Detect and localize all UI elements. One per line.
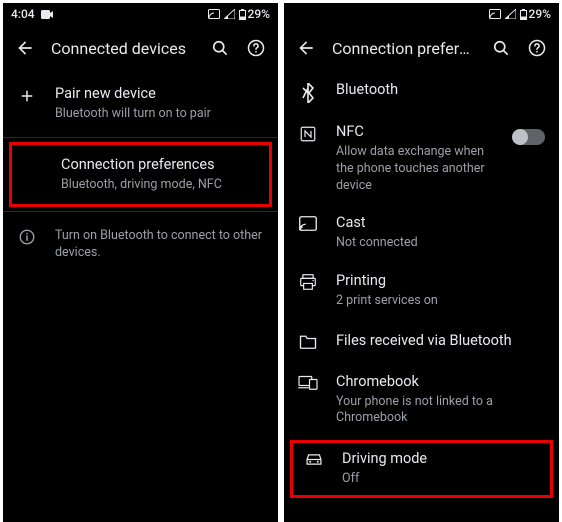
row-primary: Connection preferences bbox=[61, 156, 258, 175]
search-icon[interactable] bbox=[491, 38, 511, 58]
battery-icon bbox=[239, 9, 246, 20]
camera-icon bbox=[41, 10, 53, 19]
help-icon[interactable] bbox=[246, 38, 266, 58]
row-secondary: Not connected bbox=[336, 235, 545, 252]
row-primary: Cast bbox=[336, 214, 545, 233]
statusbar-battery: 29% bbox=[529, 7, 551, 21]
row-secondary: Allow data exchange when the phone touch… bbox=[336, 144, 495, 195]
info-icon bbox=[17, 226, 37, 246]
car-icon bbox=[304, 450, 324, 467]
page-title: Connection preferen... bbox=[332, 39, 475, 58]
row-primary: Printing bbox=[336, 272, 545, 291]
printer-icon bbox=[298, 272, 318, 290]
back-icon[interactable] bbox=[296, 38, 316, 58]
nfc-icon bbox=[298, 123, 318, 143]
statusbar-time: 4:04 bbox=[11, 7, 35, 21]
signal-icon bbox=[224, 9, 235, 19]
divider bbox=[3, 137, 278, 138]
pair-new-device-row[interactable]: Pair new device Bluetooth will turn on t… bbox=[3, 71, 278, 137]
back-icon[interactable] bbox=[15, 38, 35, 58]
page-title: Connected devices bbox=[51, 39, 194, 58]
connection-preferences-row[interactable]: Connection preferences Bluetooth, drivin… bbox=[9, 142, 272, 208]
chromebook-row[interactable]: Chromebook Your phone is not linked to a… bbox=[284, 363, 559, 438]
row-primary: Pair new device bbox=[55, 85, 264, 104]
row-secondary: Your phone is not linked to a Chromebook bbox=[336, 394, 545, 428]
nfc-switch[interactable] bbox=[513, 129, 545, 145]
devices-icon bbox=[298, 373, 318, 390]
bluetooth-icon bbox=[298, 81, 318, 103]
row-primary: Bluetooth bbox=[336, 81, 545, 100]
bluetooth-row[interactable]: Bluetooth bbox=[284, 71, 559, 113]
cast-status-icon bbox=[208, 9, 220, 19]
row-secondary: Bluetooth, driving mode, NFC bbox=[61, 177, 258, 194]
row-secondary: Off bbox=[342, 471, 539, 488]
spacer-icon bbox=[23, 156, 43, 158]
help-icon[interactable] bbox=[527, 38, 547, 58]
battery-icon bbox=[520, 9, 527, 20]
phone-left: 4:04 29% Connected devices bbox=[3, 3, 278, 522]
cast-row[interactable]: Cast Not connected bbox=[284, 204, 559, 262]
folder-icon bbox=[298, 332, 318, 349]
row-primary: NFC bbox=[336, 123, 495, 142]
statusbar: 29% bbox=[284, 3, 559, 25]
row-secondary: Bluetooth will turn on to pair bbox=[55, 106, 264, 123]
search-icon[interactable] bbox=[210, 38, 230, 58]
cast-icon bbox=[298, 214, 318, 231]
files-row[interactable]: Files received via Bluetooth bbox=[284, 320, 559, 363]
info-text: Turn on Bluetooth to connect to other de… bbox=[55, 228, 264, 262]
phone-right: 29% Connection preferen... Bluetooth NFC… bbox=[284, 3, 559, 522]
nfc-row[interactable]: NFC Allow data exchange when the phone t… bbox=[284, 113, 559, 204]
appbar: Connected devices bbox=[3, 25, 278, 71]
signal-icon bbox=[505, 9, 516, 19]
statusbar: 4:04 29% bbox=[3, 3, 278, 25]
info-row: Turn on Bluetooth to connect to other de… bbox=[3, 212, 278, 276]
printing-row[interactable]: Printing 2 print services on bbox=[284, 262, 559, 320]
driving-mode-row[interactable]: Driving mode Off bbox=[290, 440, 553, 498]
row-primary: Files received via Bluetooth bbox=[336, 332, 545, 351]
statusbar-battery: 29% bbox=[248, 7, 270, 21]
plus-icon bbox=[17, 85, 37, 105]
row-secondary: 2 print services on bbox=[336, 293, 545, 310]
row-primary: Chromebook bbox=[336, 373, 545, 392]
cast-status-icon bbox=[489, 9, 501, 19]
appbar: Connection preferen... bbox=[284, 25, 559, 71]
row-primary: Driving mode bbox=[342, 450, 539, 469]
